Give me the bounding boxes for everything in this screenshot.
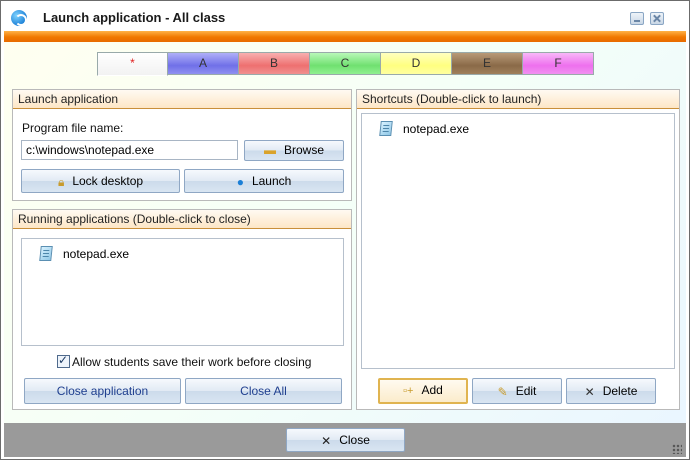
launch-label: Launch bbox=[251, 174, 292, 188]
add-shortcut-button[interactable]: ▫+ Add bbox=[378, 378, 468, 404]
app-logo-icon bbox=[11, 10, 27, 26]
launch-button[interactable]: ● Launch bbox=[184, 169, 344, 193]
tab-c[interactable]: C bbox=[310, 52, 381, 75]
list-item[interactable]: notepad.exe bbox=[38, 245, 188, 263]
tab-d[interactable]: D bbox=[381, 52, 452, 75]
add-label: Add bbox=[421, 383, 443, 397]
title-bar: Launch application - All class bbox=[1, 1, 689, 33]
shortcuts-group: Shortcuts (Double-click to launch) notep… bbox=[356, 89, 680, 410]
delete-x-icon: ✕ bbox=[584, 384, 595, 399]
program-file-label: Program file name: bbox=[22, 121, 124, 135]
tab-f[interactable]: F bbox=[523, 52, 594, 75]
close-dialog-button[interactable]: ✕ Close bbox=[286, 428, 405, 452]
list-item[interactable]: notepad.exe bbox=[378, 120, 528, 138]
tab-a[interactable]: A bbox=[168, 52, 239, 75]
running-applications-group: Running applications (Double-click to cl… bbox=[12, 209, 352, 410]
allow-save-label: Allow students save their work before cl… bbox=[72, 355, 312, 369]
class-tabs: * A B C D E F bbox=[97, 52, 594, 76]
shortcuts-header: Shortcuts (Double-click to launch) bbox=[357, 90, 679, 109]
lock-icon: 🔒︎ bbox=[57, 174, 65, 189]
lock-desktop-label: Lock desktop bbox=[72, 174, 144, 188]
edit-icon: ✎ bbox=[497, 384, 508, 399]
running-applications-header: Running applications (Double-click to cl… bbox=[13, 210, 351, 229]
close-dialog-label: Close bbox=[339, 433, 370, 447]
delete-shortcut-button[interactable]: ✕ Delete bbox=[566, 378, 656, 404]
shortcut-item-label: notepad.exe bbox=[403, 122, 470, 136]
resize-grip[interactable] bbox=[672, 444, 682, 454]
program-file-input[interactable]: c:\windows\notepad.exe bbox=[21, 140, 238, 160]
browse-button[interactable]: ▬ Browse bbox=[244, 140, 344, 161]
lock-desktop-button[interactable]: 🔒︎ Lock desktop bbox=[21, 169, 180, 193]
launch-application-window: Launch application - All class * A B C D… bbox=[0, 0, 690, 460]
launch-icon: ● bbox=[236, 174, 244, 189]
folder-icon: ▬ bbox=[263, 143, 276, 158]
add-icon: ▫+ bbox=[403, 384, 414, 397]
window-title: Launch application - All class bbox=[43, 10, 226, 25]
running-applications-list[interactable]: notepad.exe bbox=[21, 238, 344, 346]
close-x-icon: ✕ bbox=[321, 433, 332, 448]
edit-label: Edit bbox=[515, 384, 537, 398]
file-icon bbox=[39, 246, 53, 261]
shortcuts-list[interactable]: notepad.exe bbox=[361, 113, 675, 369]
edit-shortcut-button[interactable]: ✎ Edit bbox=[472, 378, 562, 404]
dialog-content: * A B C D E F Launch application Program… bbox=[4, 42, 686, 423]
file-icon bbox=[379, 121, 393, 136]
running-item-label: notepad.exe bbox=[63, 247, 130, 261]
title-accent-bar bbox=[4, 31, 686, 42]
window-close-button[interactable] bbox=[650, 12, 664, 25]
dialog-footer: ✕ Close bbox=[4, 423, 686, 457]
tab-e[interactable]: E bbox=[452, 52, 523, 75]
tab-b[interactable]: B bbox=[239, 52, 310, 75]
delete-label: Delete bbox=[602, 384, 638, 398]
checkmark-icon: ✓ bbox=[58, 353, 69, 367]
launch-application-header: Launch application bbox=[13, 90, 351, 109]
minimize-button[interactable] bbox=[630, 12, 644, 25]
close-application-button[interactable]: Close application bbox=[24, 378, 181, 404]
browse-label: Browse bbox=[283, 143, 324, 157]
close-all-button[interactable]: Close All bbox=[185, 378, 342, 404]
launch-application-group: Launch application Program file name: c:… bbox=[12, 89, 352, 201]
allow-save-checkbox[interactable]: ✓ bbox=[57, 353, 70, 368]
tab-all[interactable]: * bbox=[97, 52, 168, 76]
